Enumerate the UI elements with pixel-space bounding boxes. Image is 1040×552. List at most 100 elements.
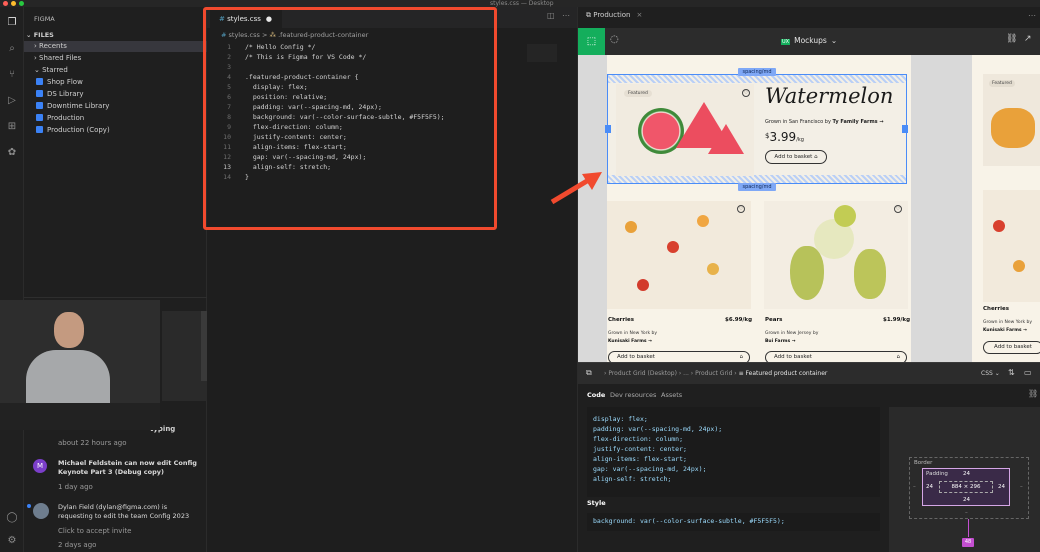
border-bottom-value: – xyxy=(965,510,968,516)
selected-layer-name: Featured product container xyxy=(745,370,828,377)
files-section-toggle[interactable]: ⌄ FILES xyxy=(26,30,54,41)
language-dropdown[interactable]: CSS ⌄ xyxy=(981,370,1000,377)
accept-invite-link[interactable]: Click to accept invite xyxy=(58,526,131,537)
figma-file-icon xyxy=(36,90,43,97)
watermelon-slice xyxy=(708,124,744,154)
cherry xyxy=(667,241,679,253)
file-item[interactable]: Downtime Library xyxy=(36,101,109,112)
close-window-button[interactable] xyxy=(3,1,8,6)
css-code-block[interactable]: display: flex; padding: var(--spacing-md… xyxy=(587,407,880,497)
design-canvas[interactable]: Featured ♡ Watermelon Grown in San Franc… xyxy=(578,55,1040,362)
file-item[interactable]: DS Library xyxy=(36,89,84,100)
cherry xyxy=(637,279,649,291)
account-icon[interactable]: ◯ xyxy=(6,512,18,524)
notification-time: about 22 hours ago xyxy=(58,439,127,447)
presenter-video xyxy=(0,300,160,430)
figma-icon[interactable]: ✿ xyxy=(6,147,18,159)
favorite-heart-icon[interactable]: ♡ xyxy=(737,205,745,213)
notification-text[interactable]: Michael Feldstein can now edit Config Ke… xyxy=(58,459,203,477)
chevron-down-icon: ⌄ xyxy=(830,36,838,45)
inspect-mode-icon[interactable]: ⬚ xyxy=(578,28,605,55)
favorite-heart-icon[interactable]: ♡ xyxy=(894,205,902,213)
cherries-image: ♡ xyxy=(607,201,751,309)
presenter-desk xyxy=(0,403,160,430)
side-cherries-image xyxy=(983,190,1040,302)
border-left-value: – xyxy=(913,484,916,490)
layout-controls[interactable] xyxy=(988,0,1028,7)
figma-sidebar: FIGMA ⌄ FILES › Recents › Shared Files ⌄… xyxy=(24,7,208,552)
breadcrumb: › Product Grid (Desktop) › ... › Product… xyxy=(604,370,828,377)
file-item[interactable]: Production xyxy=(36,113,84,124)
source-control-icon[interactable]: ⑂ xyxy=(6,69,18,81)
featured-product-container[interactable]: Featured ♡ Watermelon Grown in San Franc… xyxy=(605,74,908,184)
link-icon[interactable]: ⛓ xyxy=(1006,34,1017,44)
link-icon[interactable]: ⛓ xyxy=(1028,389,1038,398)
cherry xyxy=(707,263,719,275)
product-name: Cherries xyxy=(983,306,1009,312)
product-price: $6.99/kg xyxy=(725,317,753,323)
hamburger-icon: ≡ xyxy=(738,370,746,377)
file-item[interactable]: Production (Copy) xyxy=(36,125,110,136)
favorite-heart-icon[interactable]: ♡ xyxy=(742,89,750,97)
run-debug-icon[interactable]: ▷ xyxy=(6,95,18,107)
padding-top-value: 24 xyxy=(963,471,970,477)
comment-icon[interactable]: ◌ xyxy=(610,34,619,45)
minimap[interactable] xyxy=(527,44,557,62)
code-line: align-items: flex-start; xyxy=(593,455,687,463)
padding-label: Padding xyxy=(926,471,948,477)
cherry xyxy=(697,215,709,227)
spacing-label-bottom: spacing/md xyxy=(738,183,776,191)
resize-handle[interactable] xyxy=(902,125,908,133)
sidebar-item-shared[interactable]: › Shared Files xyxy=(34,53,81,64)
tab-production[interactable]: ⧉ Production × xyxy=(586,11,642,20)
pear xyxy=(854,249,886,299)
panel-icon[interactable]: ▭ xyxy=(1024,368,1032,377)
settings-gear-icon[interactable]: ⚙ xyxy=(6,535,18,547)
padding-left-value: 24 xyxy=(926,484,933,490)
resize-handle[interactable] xyxy=(605,125,611,133)
add-to-basket-button[interactable]: Add to basket ⌂ xyxy=(608,351,750,362)
window-title-bar: styles.css — Desktop xyxy=(0,0,1040,7)
padding-bottom-value: 24 xyxy=(963,497,970,503)
side-featured-image: Featured xyxy=(983,74,1040,166)
file-item[interactable]: Shop Flow xyxy=(36,77,83,88)
sort-icon[interactable]: ⇅ xyxy=(1008,368,1015,377)
extensions-icon[interactable]: ⊞ xyxy=(6,121,18,133)
tab-dev-resources[interactable]: Dev resources xyxy=(610,391,656,399)
product-origin: Grown in New Jersey by xyxy=(765,331,819,336)
open-external-icon[interactable]: ↗ xyxy=(1024,34,1032,44)
farm-link[interactable]: Kunisaki Farms → xyxy=(608,339,652,344)
notification-text[interactable]: Dylan Field (dylan@figma.com) is request… xyxy=(58,503,203,521)
product-name: Cherries xyxy=(608,317,634,323)
close-icon[interactable]: × xyxy=(636,11,642,19)
code-line: gap: var(--spacing-md, 24px); xyxy=(593,465,707,473)
inspect-header: ⧉ › Product Grid (Desktop) › ... › Produ… xyxy=(578,362,1040,384)
code-line: background: var(--color-surface-subtle, … xyxy=(593,517,785,525)
sidebar-item-starred[interactable]: ⌄ Starred xyxy=(34,65,68,76)
frame-icon: ⧉ xyxy=(586,368,592,377)
tab-assets[interactable]: Assets xyxy=(661,391,682,399)
code-line: align-self: stretch; xyxy=(593,475,672,483)
more-actions-icon[interactable]: ⋯ xyxy=(562,11,570,20)
unread-dot xyxy=(27,504,31,508)
notification-time: 1 day ago xyxy=(58,483,93,491)
farm-link[interactable]: Kunisaki Farms → xyxy=(983,328,1027,333)
split-editor-icon[interactable]: ◫ xyxy=(547,11,555,20)
add-to-basket-button[interactable]: Add to basket xyxy=(983,341,1040,354)
style-code-block[interactable]: background: var(--color-surface-subtle, … xyxy=(587,513,880,531)
file-name-dropdown[interactable]: UX Mockups ⌄ xyxy=(781,36,837,45)
farm-link[interactable]: Bui Farms → xyxy=(765,339,796,344)
padding-right-value: 24 xyxy=(998,484,1005,490)
presenter-head xyxy=(54,312,84,348)
minimize-window-button[interactable] xyxy=(11,1,16,6)
explorer-icon[interactable]: ❐ xyxy=(6,17,18,29)
add-to-basket-button[interactable]: Add to basket ⌂ xyxy=(765,150,827,164)
sidebar-item-recents[interactable]: › Recents xyxy=(24,41,207,52)
figma-panel: ⧉ Production × ⋯ ⬚ ◌ UX Mockups ⌄ ⛓ ↗ Featu… xyxy=(550,7,1040,552)
padding-overlay-bottom xyxy=(608,175,906,183)
tab-code[interactable]: Code xyxy=(587,391,605,399)
zoom-window-button[interactable] xyxy=(19,1,24,6)
add-to-basket-button[interactable]: Add to basket ⌂ xyxy=(765,351,907,362)
more-actions-icon[interactable]: ⋯ xyxy=(1028,11,1036,20)
search-icon[interactable]: ⌕ xyxy=(6,43,18,55)
